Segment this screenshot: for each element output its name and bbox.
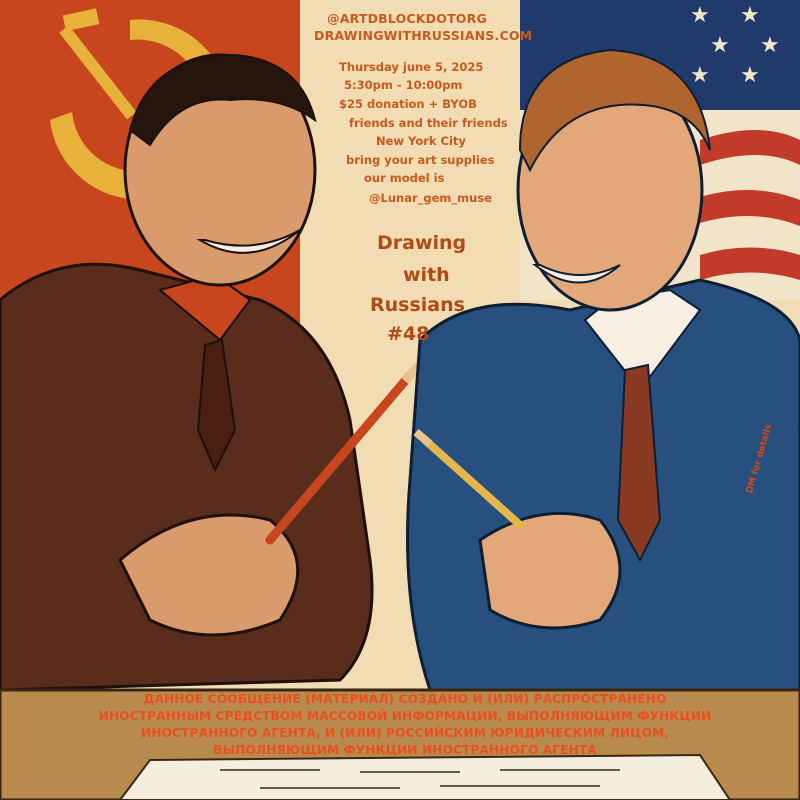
- svg-text:★: ★: [740, 63, 760, 88]
- title-drawing: Drawing: [377, 232, 467, 254]
- title-with: with: [403, 264, 450, 286]
- disclaimer-line: ДАННОЕ СООБЩЕНИЕ (МАТЕРИАЛ) СОЗДАНО И (И…: [143, 692, 667, 706]
- model-handle[interactable]: @Lunar_gem_muse: [369, 191, 492, 205]
- disclaimer-line: ВЫПОЛНЯЮЩИМ ФУНКЦИИ ИНОСТРАННОГО АГЕНТА: [213, 743, 597, 757]
- svg-text:★: ★: [710, 33, 730, 58]
- event-poster: ★ ★ ★ ★ ★ ★ @ARTDBLOCKDOTORG DRAWINGWITH…: [0, 0, 800, 800]
- drawing-paper: [118, 753, 732, 800]
- instagram-handle: @ARTDBLOCKDOTORG: [327, 11, 487, 26]
- disclaimer-line: ИНОСТРАННЫМ СРЕДСТВОМ МАССОВОЙ ИНФОРМАЦИ…: [98, 709, 712, 723]
- disclaimer-line: ИНОСТРАННОГО АГЕНТА, И (ИЛИ) РОССИЙСКИМ …: [141, 726, 669, 740]
- foreign-agent-disclaimer: ДАННОЕ СООБЩЕНИЕ (МАТЕРИАЛ) СОЗДАНО И (И…: [40, 691, 770, 759]
- title-number: #48: [387, 323, 430, 345]
- event-price: $25 donation + BYOB: [339, 97, 477, 111]
- event-location: New York City: [376, 134, 466, 148]
- website-link[interactable]: DRAWINGWITHRUSSIANS.COM: [314, 28, 532, 43]
- svg-text:★: ★: [690, 63, 710, 88]
- model-intro: our model is: [364, 171, 445, 185]
- title-russians: Russians: [370, 294, 465, 316]
- svg-text:★: ★: [760, 33, 780, 58]
- event-audience: friends and their friends: [349, 116, 508, 130]
- event-date: Thursday june 5, 2025: [339, 60, 484, 74]
- svg-text:★: ★: [740, 3, 760, 28]
- event-time: 5:30pm - 10:00pm: [344, 78, 463, 92]
- svg-text:★: ★: [690, 3, 710, 28]
- event-supplies: bring your art supplies: [346, 153, 495, 167]
